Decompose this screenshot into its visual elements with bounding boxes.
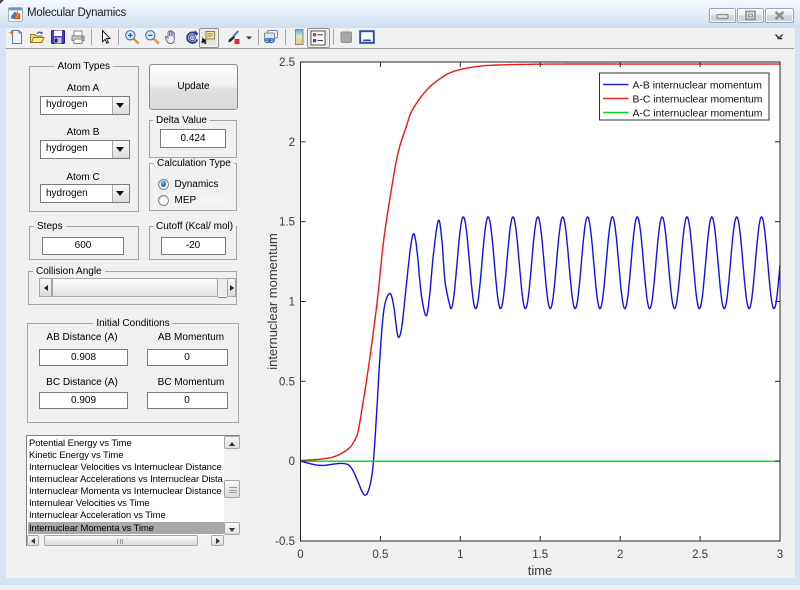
- svg-text:time: time: [528, 563, 553, 578]
- svg-text:2.5: 2.5: [279, 57, 295, 69]
- svg-text:2.5: 2.5: [692, 549, 708, 561]
- svg-text:2: 2: [617, 549, 623, 561]
- svg-text:0: 0: [289, 456, 295, 468]
- svg-text:1.5: 1.5: [532, 549, 548, 561]
- svg-text:0: 0: [297, 549, 303, 561]
- svg-text:2: 2: [289, 137, 295, 149]
- svg-text:A-B internuclear momentum: A-B internuclear momentum: [633, 80, 762, 91]
- svg-text:1: 1: [457, 549, 463, 561]
- svg-text:B-C internuclear momentum: B-C internuclear momentum: [633, 94, 763, 105]
- svg-text:1.5: 1.5: [279, 217, 295, 229]
- svg-text:3: 3: [777, 549, 783, 561]
- svg-text:1: 1: [289, 297, 295, 309]
- svg-text:0.5: 0.5: [372, 549, 388, 561]
- svg-text:0.5: 0.5: [279, 376, 295, 388]
- svg-text:-0.5: -0.5: [275, 536, 295, 548]
- svg-text:internuclear momentum: internuclear momentum: [265, 233, 280, 370]
- svg-text:A-C internuclear momentum: A-C internuclear momentum: [633, 108, 763, 119]
